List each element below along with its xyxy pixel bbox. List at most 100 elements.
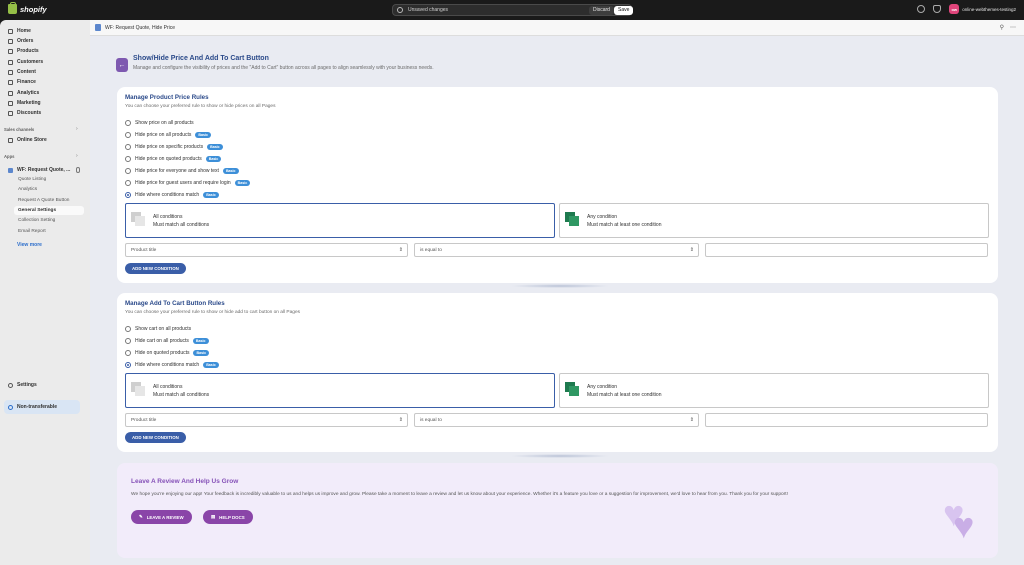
condition-value-input[interactable] [705,243,988,257]
gear-icon [8,382,13,388]
leave-review-button[interactable]: ✎ LEAVE A REVIEW [131,510,192,524]
sidebar-item-customers[interactable]: Customers [4,57,86,67]
view-more-link[interactable]: View more [17,242,42,248]
add-new-condition-button[interactable]: ADD NEW CONDITION [125,432,186,443]
save-button[interactable]: Save [614,6,634,15]
sidebar-item-orders[interactable]: Orders [4,36,86,46]
app-icon [8,167,13,173]
unsaved-changes-bar: Unsaved changes Discard Save [392,4,634,16]
condition-field-select[interactable]: Product title ⇕ [125,243,408,257]
sidebar-item-content[interactable]: Content [4,67,86,77]
cart-option-hide-quoted[interactable]: Hide on quoted products Basic [125,349,210,357]
any-condition-option[interactable]: Any condition Must match at least one co… [559,373,989,408]
page-title: Show/Hide Price And Add To Cart Button [133,55,269,62]
radio-button[interactable] [125,156,131,162]
any-condition-subtitle: Must match at least one condition [587,222,662,228]
all-conditions-option[interactable]: All conditions Must match all conditions [125,203,555,238]
condition-operator-select[interactable]: is equal to ⇕ [414,243,699,257]
option-label: Show cart on all products [135,326,192,332]
review-text: We hope you're enjoying our app! Your fe… [131,492,788,497]
condition-value-input[interactable] [705,413,988,427]
select-arrows-icon: ⇕ [398,417,403,423]
sidebar-item-settings[interactable]: Settings [4,380,86,390]
sidebar-subitem-request-quote-button[interactable]: Request A Quote Button [17,196,83,205]
target-icon [8,100,13,106]
person-icon [8,59,13,65]
all-conditions-title: All conditions [153,384,183,390]
cart-option-hide-all[interactable]: Hide cart on all products Basic [125,337,209,345]
non-transferable-badge[interactable]: Non-transferable [4,400,80,414]
sidebar-item-finance[interactable]: Finance [4,77,86,87]
chart-icon [8,90,13,96]
sidebar-item-home[interactable]: Home [4,26,86,36]
help-docs-button[interactable]: ▤ HELP DOCS [203,510,253,524]
sidebar-subitem-email-report[interactable]: Email Report [17,227,83,236]
condition-operator-select[interactable]: is equal to ⇕ [414,413,699,427]
radio-button-checked[interactable] [125,192,131,198]
chevron-right-icon[interactable]: › [76,153,78,159]
sidebar-item-products[interactable]: Products [4,46,86,56]
apps-label: Apps [4,154,15,159]
radio-button[interactable] [125,350,131,356]
radio-button[interactable] [125,338,131,344]
home-icon [8,28,13,34]
radio-button[interactable] [125,144,131,150]
cart-rules-card: Manage Add To Cart Button Rules You can … [117,293,998,452]
sidebar-subitem-quote-listing[interactable]: Quote Listing [17,175,83,184]
discard-button[interactable]: Discard [589,6,614,15]
sidebar: Home Orders Products Customers Content F… [0,20,90,565]
sidebar-item-label: Home [17,28,31,34]
bell-icon[interactable] [933,5,942,13]
sidebar-item-analytics[interactable]: Analytics [4,88,86,98]
any-condition-option[interactable]: Any condition Must match at least one co… [559,203,989,238]
sidebar-item-marketing[interactable]: Marketing [4,98,86,108]
page-subtitle: Manage and configure the visibility of p… [133,65,434,71]
price-option-hide-conditions[interactable]: Hide where conditions match Basic [125,191,219,199]
radio-button[interactable] [125,180,131,186]
condition-field-select[interactable]: Product title ⇕ [125,413,408,427]
pin-icon[interactable] [76,167,80,173]
cart-option-hide-conditions[interactable]: Hide where conditions match Basic [125,361,219,369]
sidebar-item-label: Settings [17,382,37,388]
document-icon: ▤ [211,514,216,519]
shopify-logo[interactable]: shopify [8,2,47,14]
radio-button[interactable] [125,120,131,126]
add-new-condition-button[interactable]: ADD NEW CONDITION [125,263,186,274]
shopify-bag-icon [8,2,17,14]
pencil-icon: ✎ [139,514,143,519]
radio-button[interactable] [125,168,131,174]
radio-button-checked[interactable] [125,362,131,368]
sidebar-subitem-general-settings[interactable]: General Settings [14,206,84,215]
sidebar-subitem-collection-setting[interactable]: Collection Setting [17,216,83,225]
sidebar-item-app[interactable]: WF: Request Quote, ... [4,165,86,175]
all-conditions-option[interactable]: All conditions Must match all conditions [125,373,555,408]
store-menu[interactable]: ow online-webthemes-testing2 [949,4,1016,14]
all-conditions-subtitle: Must match all conditions [153,222,210,228]
chevron-right-icon[interactable]: › [76,126,78,132]
price-option-show-all[interactable]: Show price on all products [125,119,194,127]
price-option-hide-all[interactable]: Hide price on all products Basic [125,131,212,139]
more-icon[interactable]: ⋯ [1010,24,1016,31]
divider [510,454,610,458]
price-option-hide-specific[interactable]: Hide price on specific products Basic [125,143,223,151]
radio-button[interactable] [125,326,131,332]
pin-icon[interactable]: ⚲ [1000,24,1004,31]
basic-badge: Basic [203,362,219,368]
any-condition-text: Any condition Must match at least one co… [587,213,662,229]
sidekick-icon[interactable] [917,5,926,13]
price-option-hide-everyone-text[interactable]: Hide price for everyone and show text Bas… [125,167,239,175]
sidebar-item-discounts[interactable]: Discounts [4,108,86,118]
alert-icon [397,7,403,13]
option-label: Hide where conditions match [135,362,200,368]
radio-button[interactable] [125,132,131,138]
price-option-hide-quoted[interactable]: Hide price on quoted products Basic [125,155,222,163]
store-avatar: ow [949,4,960,14]
sidebar-item-online-store[interactable]: Online Store [4,135,86,145]
price-option-hide-guest-login[interactable]: Hide price for guest users and require l… [125,179,251,187]
sidebar-subitem-analytics[interactable]: Analytics [17,185,83,194]
cart-option-show-all[interactable]: Show cart on all products [125,325,191,333]
basic-badge: Basic [193,350,210,356]
back-button[interactable]: ← [116,58,128,72]
info-icon [8,404,13,410]
app-header-actions: ⚲ ⋯ [1000,24,1016,31]
